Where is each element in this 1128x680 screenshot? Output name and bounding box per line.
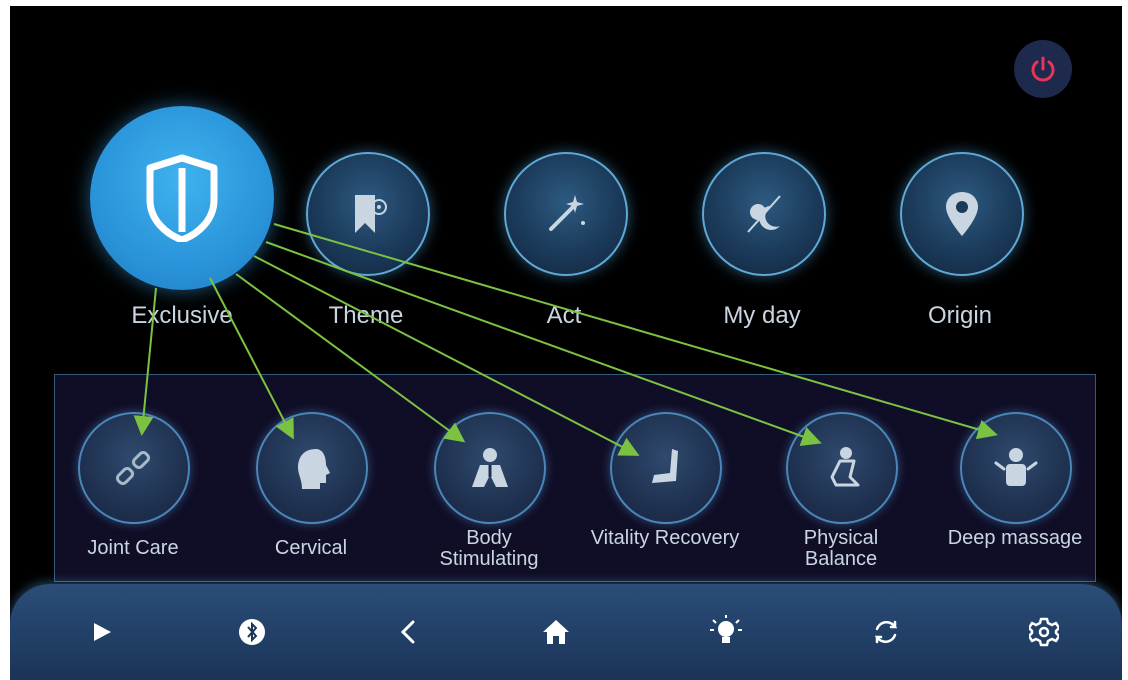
magic-wand-icon <box>549 195 585 231</box>
category-label-theme: Theme <box>328 302 404 329</box>
power-icon <box>1031 56 1055 82</box>
joint-icon <box>115 450 151 486</box>
bluetooth-icon <box>239 619 265 645</box>
bluetooth-button[interactable] <box>232 612 272 652</box>
back-icon <box>400 620 415 644</box>
program-body-stimulating[interactable] <box>434 412 546 524</box>
category-my-day[interactable] <box>702 152 826 276</box>
power-button[interactable] <box>1014 40 1072 98</box>
category-theme[interactable] <box>306 152 430 276</box>
location-pin-icon <box>946 192 978 236</box>
category-label-exclusive: Exclusive <box>131 302 233 329</box>
bottom-nav-bar <box>10 584 1122 680</box>
shield-icon <box>146 154 218 242</box>
category-label-act: Act <box>546 302 582 329</box>
category-label-my-day: My day <box>723 302 801 329</box>
category-origin[interactable] <box>900 152 1024 276</box>
home-icon <box>543 620 569 644</box>
program-deep-massage[interactable] <box>960 412 1072 524</box>
program-joint-care[interactable] <box>78 412 190 524</box>
light-button[interactable] <box>706 612 746 652</box>
head-neck-icon <box>298 449 330 489</box>
balance-icon <box>830 447 860 487</box>
play-button[interactable] <box>82 612 122 652</box>
back-button[interactable] <box>388 612 428 652</box>
bookmark-icon <box>355 195 387 233</box>
seat-icon <box>652 449 678 483</box>
play-icon <box>94 623 111 641</box>
program-physical-balance[interactable] <box>786 412 898 524</box>
program-label-vitality-recovery: Vitality Recovery <box>590 527 740 549</box>
settings-button[interactable] <box>1024 612 1064 652</box>
person-icon <box>994 448 1038 486</box>
massage-chair-screen: Exclusive Theme Act My day Origin Joint … <box>10 6 1122 680</box>
program-label-cervical: Cervical <box>274 537 348 559</box>
light-icon <box>710 615 742 643</box>
category-act[interactable] <box>504 152 628 276</box>
body-icon <box>472 448 508 487</box>
day-night-icon <box>747 195 781 233</box>
category-label-origin: Origin <box>927 302 993 329</box>
program-panel <box>54 374 1096 582</box>
program-label-physical-balance: Physical Balance <box>803 527 879 570</box>
home-button[interactable] <box>536 612 576 652</box>
sync-button[interactable] <box>866 612 906 652</box>
program-cervical[interactable] <box>256 412 368 524</box>
sync-icon <box>874 620 898 644</box>
settings-icon <box>1029 617 1059 647</box>
program-label-body-stimulating: Body Stimulating <box>439 527 539 570</box>
program-label-deep-massage: Deep massage <box>947 527 1083 549</box>
category-exclusive[interactable] <box>90 106 274 290</box>
program-label-joint-care: Joint Care <box>87 537 179 559</box>
program-vitality-recovery[interactable] <box>610 412 722 524</box>
